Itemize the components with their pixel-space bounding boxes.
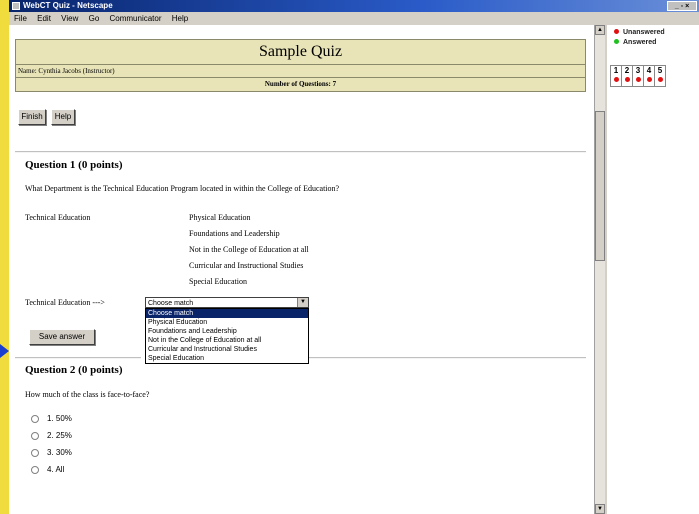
question1-text: What Department is the Technical Educati… (25, 184, 340, 193)
window-titlebar: WebCT Quiz - Netscape _ ▫ × (9, 0, 699, 12)
radio-icon[interactable] (31, 448, 39, 457)
question1-choice: Not in the College of Education at all (189, 245, 309, 254)
match-select-value: Choose match (148, 300, 194, 307)
number-of-questions: Number of Questions: 7 (264, 80, 337, 88)
quiz-title: Sample Quiz (16, 40, 585, 65)
menu-view[interactable]: View (61, 14, 78, 23)
match-option[interactable]: Physical Education (146, 318, 308, 327)
scroll-down-icon[interactable]: ▼ (595, 504, 605, 514)
scroll-thumb[interactable] (595, 111, 605, 261)
red-dot-icon (614, 29, 619, 34)
match-option[interactable]: Not in the College of Education at all (146, 336, 308, 345)
menu-file[interactable]: File (14, 14, 27, 23)
green-dot-icon (614, 39, 619, 44)
netscape-app-icon (12, 2, 20, 10)
menu-go[interactable]: Go (89, 14, 100, 23)
question-status-table: 1 2 3 4 5 (610, 65, 666, 87)
radio-icon[interactable] (31, 414, 39, 423)
question1-choice: Curricular and Instructional Studies (189, 261, 304, 270)
question2-title: Question 2 (0 points) (25, 364, 123, 376)
red-dot-icon (624, 77, 630, 82)
quiz-header: Sample Quiz Name: Cynthia Jacobs (Instru… (15, 39, 586, 92)
match-select[interactable]: Choose match ▼ (145, 297, 309, 308)
match-option[interactable]: Foundations and Leadership (146, 327, 308, 336)
match-label: Technical Education ---> (25, 298, 105, 307)
question-status-cell[interactable]: 5 (654, 65, 666, 87)
finish-button[interactable]: Finish (18, 109, 46, 125)
question2-option[interactable]: 4. All (31, 465, 64, 474)
chevron-down-icon[interactable]: ▼ (297, 298, 308, 307)
menu-bar: File Edit View Go Communicator Help (9, 12, 699, 25)
question-status-frame: Unanswered Answered 1 2 3 4 5 (605, 25, 699, 514)
question1-choice: Foundations and Leadership (189, 229, 280, 238)
question2-option[interactable]: 3. 30% (31, 448, 72, 457)
question2-option[interactable]: 1. 50% (31, 414, 72, 423)
question-status-cell[interactable]: 4 (643, 65, 655, 87)
quiz-main-frame: Sample Quiz Name: Cynthia Jacobs (Instru… (9, 25, 594, 514)
match-option[interactable]: Special Education (146, 354, 308, 363)
match-options-list: Choose match Physical Education Foundati… (145, 308, 309, 364)
legend-unanswered: Unanswered (614, 29, 665, 36)
divider (309, 357, 586, 359)
main-scrollbar[interactable]: ▲ ▼ (594, 25, 605, 514)
question1-left-item: Technical Education (25, 213, 91, 222)
scroll-up-icon[interactable]: ▲ (595, 25, 605, 35)
radio-icon[interactable] (31, 465, 39, 474)
help-button[interactable]: Help (51, 109, 75, 125)
window-title: WebCT Quiz - Netscape (23, 1, 113, 10)
red-dot-icon (657, 77, 663, 82)
divider (15, 357, 141, 359)
save-answer-button[interactable]: Save answer (29, 329, 95, 345)
student-name: Name: Cynthia Jacobs (Instructor) (16, 65, 585, 78)
pointer-arrow-icon (0, 344, 9, 358)
match-option[interactable]: Curricular and Instructional Studies (146, 345, 308, 354)
red-dot-icon (613, 77, 619, 82)
red-dot-icon (635, 77, 641, 82)
red-dot-icon (646, 77, 652, 82)
divider (15, 151, 586, 153)
menu-edit[interactable]: Edit (37, 14, 51, 23)
menu-help[interactable]: Help (172, 14, 188, 23)
question1-title: Question 1 (0 points) (25, 159, 123, 171)
question2-text: How much of the class is face-to-face? (25, 390, 150, 399)
menu-communicator[interactable]: Communicator (110, 14, 162, 23)
legend-answered: Answered (614, 39, 656, 46)
radio-icon[interactable] (31, 431, 39, 440)
question1-choice: Physical Education (189, 213, 251, 222)
question2-option[interactable]: 2. 25% (31, 431, 72, 440)
window-controls[interactable]: _ ▫ × (667, 1, 697, 11)
question-status-cell[interactable]: 1 (610, 65, 622, 87)
question1-choice: Special Education (189, 277, 247, 286)
match-option[interactable]: Choose match (146, 309, 308, 318)
question-status-cell[interactable]: 3 (632, 65, 644, 87)
left-frame-edge (0, 0, 9, 514)
question-status-cell[interactable]: 2 (621, 65, 633, 87)
